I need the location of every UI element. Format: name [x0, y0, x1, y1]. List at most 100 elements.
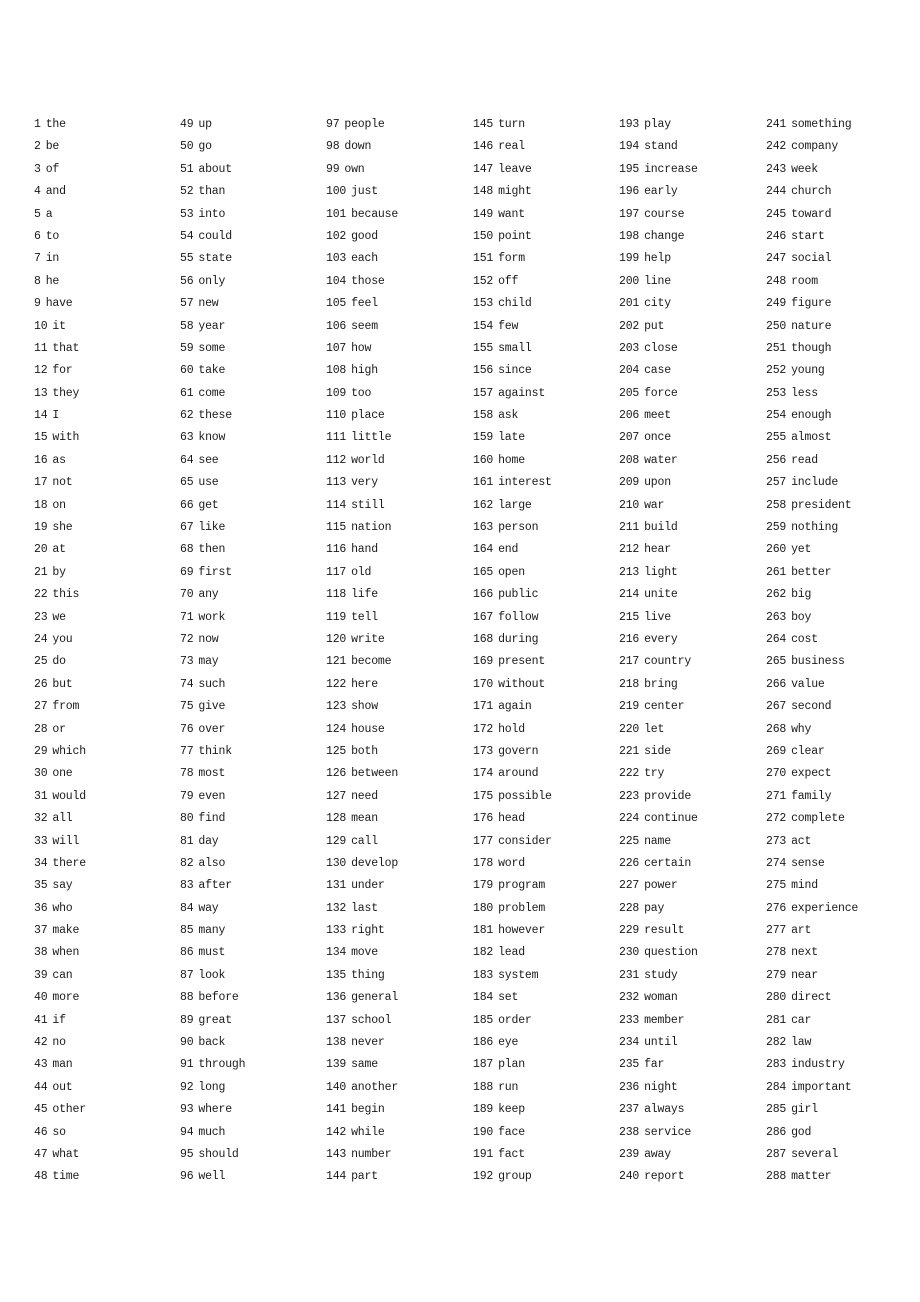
word-text: many — [198, 924, 226, 938]
word-entry: 266 value — [766, 674, 912, 696]
rank-number: 134 — [326, 946, 347, 960]
word-entry: 86 must — [180, 942, 326, 964]
word-text: though — [791, 341, 832, 355]
word-entry: 250 nature — [766, 316, 912, 338]
word-text: much — [198, 1125, 226, 1139]
word-text: these — [198, 409, 232, 423]
word-entry: 110 place — [326, 405, 472, 427]
word-text: woman — [644, 991, 678, 1005]
word-text: would — [52, 789, 86, 803]
rank-number: 110 — [326, 409, 347, 423]
word-text: social — [791, 252, 832, 266]
word-text: business — [791, 655, 845, 669]
rank-number: 243 — [766, 162, 787, 176]
word-entry: 15 with — [34, 427, 180, 449]
word-entry: 231 study — [619, 965, 765, 987]
word-entry: 255 almost — [766, 427, 912, 449]
word-entry: 34 there — [34, 853, 180, 875]
word-entry: 114 still — [326, 495, 472, 517]
rank-number: 8 — [34, 274, 41, 288]
word-text: too — [351, 386, 372, 400]
word-text: boy — [791, 610, 812, 624]
word-text: who — [52, 901, 73, 915]
rank-number: 89 — [180, 1013, 194, 1027]
word-text: up — [198, 118, 212, 131]
word-entry: 17 not — [34, 472, 180, 494]
rank-number: 58 — [180, 319, 194, 333]
word-entry: 16 as — [34, 450, 180, 472]
word-entry: 94 much — [180, 1122, 326, 1144]
word-entry: 182 lead — [473, 942, 619, 964]
word-text: god — [791, 1125, 812, 1139]
word-entry: 212 hear — [619, 539, 765, 561]
word-text: little — [351, 431, 392, 445]
word-entry: 14 I — [34, 405, 180, 427]
word-text: become — [351, 655, 392, 669]
word-entry: 25 do — [34, 651, 180, 673]
rank-number: 68 — [180, 543, 194, 557]
word-text: system — [498, 968, 539, 982]
rank-number: 41 — [34, 1013, 48, 1027]
word-text: very — [351, 476, 378, 490]
word-entry: 77 think — [180, 741, 326, 763]
rank-number: 96 — [180, 1170, 194, 1184]
word-entry: 172 hold — [473, 719, 619, 741]
word-text: during — [498, 632, 539, 646]
rank-number: 29 — [34, 744, 48, 758]
rank-number: 209 — [619, 476, 640, 490]
rank-number: 225 — [619, 834, 640, 848]
word-entry: 115 nation — [326, 517, 472, 539]
word-entry: 28 or — [34, 719, 180, 741]
rank-number: 160 — [473, 453, 494, 467]
word-entry: 95 should — [180, 1144, 326, 1166]
word-entry: 119 tell — [326, 607, 472, 629]
rank-number: 168 — [473, 632, 494, 646]
word-entry: 141 begin — [326, 1099, 472, 1121]
word-entry: 240 report — [619, 1166, 765, 1188]
rank-number: 273 — [766, 834, 787, 848]
rank-number: 214 — [619, 588, 640, 602]
word-entry: 145 turn — [473, 114, 619, 136]
word-entry: 229 result — [619, 920, 765, 942]
word-text: should — [198, 1147, 239, 1161]
word-text: come — [198, 386, 226, 400]
word-entry: 136 general — [326, 987, 472, 1009]
word-entry: 284 important — [766, 1077, 912, 1099]
word-text: act — [791, 834, 812, 848]
word-entry: 71 work — [180, 607, 326, 629]
word-entry: 252 young — [766, 360, 912, 382]
word-text: light — [644, 565, 678, 579]
rank-number: 148 — [473, 185, 494, 199]
rank-number: 73 — [180, 655, 194, 669]
rank-number: 118 — [326, 588, 347, 602]
word-entry: 196 early — [619, 181, 765, 203]
rank-number: 271 — [766, 789, 787, 803]
word-text: home — [498, 453, 525, 467]
word-text: far — [644, 1058, 665, 1072]
rank-number: 287 — [766, 1147, 787, 1161]
rank-number: 190 — [473, 1125, 494, 1139]
word-entry: 223 provide — [619, 786, 765, 808]
rank-number: 88 — [180, 991, 194, 1005]
word-text: new — [198, 297, 219, 311]
rank-number: 238 — [619, 1125, 640, 1139]
word-entry: 12 for — [34, 360, 180, 382]
rank-number: 129 — [326, 834, 347, 848]
word-text: other — [52, 1103, 86, 1117]
word-text: some — [198, 341, 226, 355]
word-entry: 166 public — [473, 584, 619, 606]
word-entry: 263 boy — [766, 607, 912, 629]
word-text: must — [198, 946, 226, 960]
word-text: want — [498, 207, 525, 221]
word-text: right — [351, 924, 385, 938]
rank-number: 219 — [619, 700, 640, 714]
word-text: play — [644, 118, 671, 131]
word-text: away — [644, 1147, 671, 1161]
word-entry: 180 problem — [473, 898, 619, 920]
word-entry: 173 govern — [473, 741, 619, 763]
word-entry: 154 few — [473, 316, 619, 338]
word-entry: 187 plan — [473, 1054, 619, 1076]
rank-number: 150 — [473, 229, 494, 243]
rank-number: 141 — [326, 1103, 347, 1117]
word-text: have — [45, 297, 73, 311]
